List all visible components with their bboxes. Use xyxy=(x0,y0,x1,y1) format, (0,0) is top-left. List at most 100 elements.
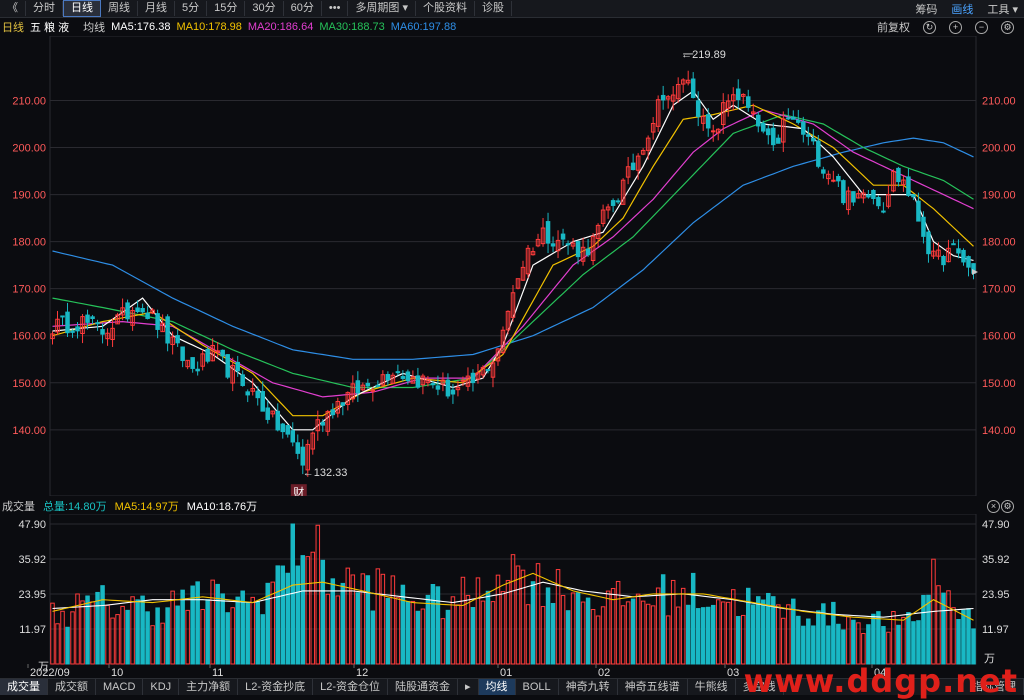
candle[interactable] xyxy=(395,371,401,374)
volume-bar[interactable] xyxy=(220,593,225,665)
candle[interactable] xyxy=(746,96,751,108)
candle[interactable] xyxy=(761,122,766,132)
volume-bar[interactable] xyxy=(580,601,586,665)
candle[interactable] xyxy=(180,346,185,362)
tab-4[interactable]: 5分 xyxy=(175,1,208,16)
volume-bar[interactable] xyxy=(310,551,316,665)
candle[interactable] xyxy=(295,442,301,454)
candle[interactable] xyxy=(95,322,100,325)
candle[interactable] xyxy=(876,197,881,207)
volume-bar[interactable] xyxy=(390,575,396,665)
volume-bar[interactable] xyxy=(926,594,931,665)
candle[interactable] xyxy=(851,191,856,203)
volume-bar[interactable] xyxy=(826,625,831,665)
volume-bar[interactable] xyxy=(470,607,476,665)
volume-bar[interactable] xyxy=(90,601,95,665)
tab-5[interactable]: 15分 xyxy=(207,1,246,16)
volume-bar[interactable] xyxy=(440,618,446,665)
volume-bar[interactable] xyxy=(410,600,416,665)
volume-bar[interactable] xyxy=(620,605,626,665)
volume-bar[interactable] xyxy=(730,589,736,665)
candle[interactable] xyxy=(896,167,901,183)
candle[interactable] xyxy=(275,410,280,431)
candle[interactable] xyxy=(816,140,821,167)
volume-bar[interactable] xyxy=(420,608,426,665)
candle[interactable] xyxy=(801,121,806,135)
candle[interactable] xyxy=(776,137,781,144)
candle[interactable] xyxy=(290,430,296,443)
candle[interactable] xyxy=(280,423,286,433)
volume-bar[interactable] xyxy=(100,585,105,665)
volume-bar[interactable] xyxy=(255,601,260,665)
volume-bar[interactable] xyxy=(560,594,566,665)
volume-bar[interactable] xyxy=(786,604,791,665)
volume-bar[interactable] xyxy=(675,606,681,665)
volume-bar[interactable] xyxy=(50,602,55,665)
volume-bar[interactable] xyxy=(125,609,130,665)
volume-bar[interactable] xyxy=(866,624,871,665)
volume-bar[interactable] xyxy=(796,615,801,665)
candle[interactable] xyxy=(660,94,666,101)
indicator-tab-7[interactable]: 陆股通资金 xyxy=(388,679,458,695)
candle[interactable] xyxy=(485,369,491,372)
volume-bar[interactable] xyxy=(720,601,726,665)
volume-bar[interactable] xyxy=(650,605,656,665)
volume-bar[interactable] xyxy=(886,631,891,665)
candle[interactable] xyxy=(695,100,701,117)
candle[interactable] xyxy=(175,335,180,344)
candle[interactable] xyxy=(766,128,771,136)
volume-bar[interactable] xyxy=(450,596,456,665)
volume-bar[interactable] xyxy=(725,601,731,665)
volume-bar[interactable] xyxy=(841,629,846,665)
volume-bar[interactable] xyxy=(130,596,135,665)
candle[interactable] xyxy=(941,256,946,266)
volume-bar[interactable] xyxy=(570,592,576,665)
volume-bar[interactable] xyxy=(430,583,436,665)
candle[interactable] xyxy=(961,249,966,263)
candle[interactable] xyxy=(560,233,566,240)
candle[interactable] xyxy=(565,243,571,246)
volume-bar[interactable] xyxy=(831,601,836,665)
candle[interactable] xyxy=(796,119,801,123)
back-icon[interactable]: 《 xyxy=(0,1,26,16)
settings-icon[interactable]: ⚙ xyxy=(1001,20,1014,34)
volume-bar[interactable] xyxy=(380,573,386,665)
volume-bar[interactable] xyxy=(445,609,451,665)
candle[interactable] xyxy=(355,380,361,394)
volume-bar[interactable] xyxy=(705,606,711,665)
volume-bar[interactable] xyxy=(640,600,646,665)
volume-bar[interactable] xyxy=(520,569,526,665)
volume-bar[interactable] xyxy=(911,621,916,665)
tab-11[interactable]: 诊股 xyxy=(475,1,513,16)
candle[interactable] xyxy=(330,409,336,416)
draw-line-button[interactable]: 画线 xyxy=(951,1,973,17)
candle[interactable] xyxy=(841,180,846,204)
volume-bar[interactable] xyxy=(881,626,886,665)
candle[interactable] xyxy=(385,373,391,381)
adjust-mode[interactable]: 前复权 xyxy=(877,19,910,35)
tab-10[interactable]: 个股资料 xyxy=(416,1,476,16)
volume-bar[interactable] xyxy=(280,565,286,665)
volume-bar[interactable] xyxy=(690,572,696,665)
volume-bar[interactable] xyxy=(480,600,486,665)
candle[interactable] xyxy=(791,116,796,120)
volume-bar[interactable] xyxy=(500,591,506,665)
volume-bar[interactable] xyxy=(320,559,326,665)
tab-1[interactable]: 日线 xyxy=(63,0,101,17)
candle[interactable] xyxy=(630,162,636,171)
candle[interactable] xyxy=(85,314,90,323)
candle[interactable] xyxy=(205,348,210,362)
candle[interactable] xyxy=(265,407,270,420)
candle[interactable] xyxy=(285,425,291,435)
volume-bar[interactable] xyxy=(871,613,876,665)
volume-bar[interactable] xyxy=(490,601,496,665)
volume-bar[interactable] xyxy=(776,604,781,665)
indicator-tab-10[interactable]: BOLL xyxy=(516,679,559,695)
candle[interactable] xyxy=(90,316,95,320)
tab-7[interactable]: 60分 xyxy=(284,1,322,16)
candle[interactable] xyxy=(235,361,240,372)
volume-bar[interactable] xyxy=(961,609,966,665)
volume-bar[interactable] xyxy=(415,610,421,665)
candle[interactable] xyxy=(911,194,916,198)
candle[interactable] xyxy=(435,385,441,390)
